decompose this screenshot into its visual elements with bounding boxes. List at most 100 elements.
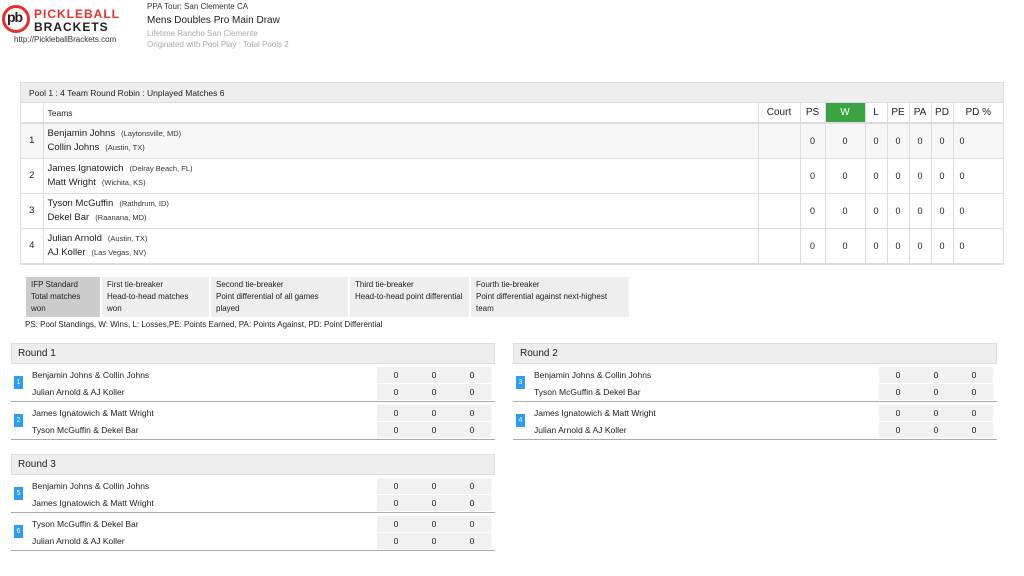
player-name[interactable]: Matt Wright xyxy=(48,177,96,188)
match-team-name: Julian Arnold & AJ Koller xyxy=(32,387,125,397)
match-team-name: Benjamin Johns & Collin Johns xyxy=(32,370,150,380)
table-row: 3 Tyson McGuffin (Rathdrum, ID) Dekel Bar… xyxy=(21,193,1003,229)
ps-cell: 0 xyxy=(799,158,825,194)
col-pd: PD xyxy=(930,103,953,124)
game-score: 0 xyxy=(453,367,491,383)
team-cell: Benjamin Johns (Laytonsville, MD) Collin … xyxy=(42,123,758,159)
match-number-badge[interactable]: 4 xyxy=(516,414,525,427)
player-name[interactable]: Dekel Bar xyxy=(48,212,90,223)
player-location: (Delray Beach, FL) xyxy=(129,163,193,173)
player-name[interactable]: Tyson McGuffin xyxy=(48,198,114,209)
row-number: 1 xyxy=(21,123,43,159)
l-cell: 0 xyxy=(864,193,887,229)
ps-cell: 0 xyxy=(799,123,825,159)
match-team-row: Benjamin Johns & Collin Johns 0 0 0 xyxy=(31,367,491,383)
tour-name: PPA Tour: San Clemente CA xyxy=(147,2,249,11)
game-score: 0 xyxy=(917,367,955,383)
pe-cell: 0 xyxy=(886,158,909,194)
match-number-badge[interactable]: 1 xyxy=(14,376,23,389)
match-team-name: Tyson McGuffin & Dekel Bar xyxy=(32,519,139,529)
site-url[interactable]: http://PickleballBrackets.com xyxy=(14,35,116,44)
pb-logo-icon: pb xyxy=(2,5,30,33)
pa-cell: 0 xyxy=(908,193,931,229)
round-title: Round 3 xyxy=(11,454,495,475)
logo-text-pickleball: PICKLEBALL xyxy=(34,7,120,21)
pd-pct-cell: 0 xyxy=(952,193,1003,229)
standings-legend: PS: Pool Standings, W: Wins, L: Losses,P… xyxy=(25,320,383,329)
match-team-row: Benjamin Johns & Collin Johns 0 0 0 xyxy=(533,367,993,383)
player-name[interactable]: Collin Johns xyxy=(48,142,100,153)
match-card[interactable]: 4 James Ignatowich & Matt Wright 0 0 0 J… xyxy=(513,402,997,440)
table-row: 4 Julian Arnold (Austin, TX) AJ Koller (La… xyxy=(21,228,1003,264)
event-header: PPA Tour: San Clemente CA Mens Doubles P… xyxy=(147,2,289,49)
game-score: 0 xyxy=(377,495,415,511)
col-teams: Teams xyxy=(42,103,758,124)
player-name[interactable]: AJ Koller xyxy=(48,247,86,258)
team-cell: Tyson McGuffin (Rathdrum, ID) Dekel Bar (R… xyxy=(42,193,758,229)
col-pa: PA xyxy=(908,103,931,124)
match-team-name: James Ignatowich & Matt Wright xyxy=(32,498,154,508)
pe-cell: 0 xyxy=(886,123,909,159)
match-number-badge[interactable]: 3 xyxy=(516,376,525,389)
match-team-row: Tyson McGuffin & Dekel Bar 0 0 0 xyxy=(31,516,491,532)
match-team-row: James Ignatowich & Matt Wright 0 0 0 xyxy=(31,405,491,421)
match-card[interactable]: 6 Tyson McGuffin & Dekel Bar 0 0 0 Julia… xyxy=(11,513,495,551)
row-number: 2 xyxy=(21,158,43,194)
match-team-row: James Ignatowich & Matt Wright 0 0 0 xyxy=(31,495,491,511)
w-cell: 0 xyxy=(824,158,865,194)
player-name[interactable]: Julian Arnold xyxy=(48,233,102,244)
team-cell: James Ignatowich (Delray Beach, FL) Matt … xyxy=(42,158,758,194)
match-team-row: Julian Arnold & AJ Koller 0 0 0 xyxy=(31,384,491,400)
game-score: 0 xyxy=(955,405,993,421)
pe-cell: 0 xyxy=(886,193,909,229)
pd-pct-cell: 0 xyxy=(952,228,1003,264)
match-card[interactable]: 1 Benjamin Johns & Collin Johns 0 0 0 Ju… xyxy=(11,364,495,402)
round-title: Round 2 xyxy=(513,343,997,364)
logo-text-brackets: BRACKETS xyxy=(34,20,109,34)
game-score: 0 xyxy=(955,384,993,400)
pool-standings: Pool 1 : 4 Team Round Robin : Unplayed M… xyxy=(20,82,1004,265)
match-number-badge[interactable]: 2 xyxy=(14,414,23,427)
game-score: 0 xyxy=(415,495,453,511)
match-team-row: Benjamin Johns & Collin Johns 0 0 0 xyxy=(31,478,491,494)
match-card[interactable]: 3 Benjamin Johns & Collin Johns 0 0 0 Ty… xyxy=(513,364,997,402)
tiebreaker-fourth: Fourth tie-breaker Point differential ag… xyxy=(471,277,631,317)
game-score: 0 xyxy=(453,422,491,438)
game-score: 0 xyxy=(415,533,453,549)
pa-cell: 0 xyxy=(908,123,931,159)
game-score: 0 xyxy=(453,384,491,400)
player-location: (Rathdrum, ID) xyxy=(119,198,169,208)
game-score: 0 xyxy=(879,405,917,421)
game-score: 0 xyxy=(955,367,993,383)
col-court: Court xyxy=(757,103,800,124)
pd-cell: 0 xyxy=(930,158,953,194)
game-score: 0 xyxy=(415,478,453,494)
origin-note: Originated with Pool Play : Total Pools … xyxy=(147,40,289,49)
site-logo[interactable]: pb PICKLEBALL BRACKETS http://Pickleball… xyxy=(2,5,130,47)
pe-cell: 0 xyxy=(886,228,909,264)
player-name[interactable]: Benjamin Johns xyxy=(48,128,116,139)
game-score: 0 xyxy=(377,478,415,494)
match-team-name: Benjamin Johns & Collin Johns xyxy=(32,481,150,491)
table-row: 1 Benjamin Johns (Laytonsville, MD) Colli… xyxy=(21,123,1003,159)
pd-cell: 0 xyxy=(930,193,953,229)
match-number-badge[interactable]: 5 xyxy=(14,487,23,500)
pa-cell: 0 xyxy=(908,158,931,194)
game-score: 0 xyxy=(453,495,491,511)
player-name[interactable]: James Ignatowich xyxy=(48,163,124,174)
match-team-row: Julian Arnold & AJ Koller 0 0 0 xyxy=(31,533,491,549)
player-location: (Austin, TX) xyxy=(105,142,145,152)
player-location: (Austin, TX) xyxy=(107,233,148,243)
match-card[interactable]: 5 Benjamin Johns & Collin Johns 0 0 0 Ja… xyxy=(11,475,495,513)
tiebreaker-strip: IFP Standard Total matches won First tie… xyxy=(26,277,631,317)
col-w: W xyxy=(824,103,865,124)
table-row: 2 James Ignatowich (Delray Beach, FL) Mat… xyxy=(21,158,1003,194)
round-title: Round 1 xyxy=(11,343,495,364)
standings-table: Teams Court PS W L PE PA PD PD % 1 Benja… xyxy=(21,103,1003,264)
court-cell xyxy=(757,123,800,159)
match-card[interactable]: 2 James Ignatowich & Matt Wright 0 0 0 T… xyxy=(11,402,495,440)
event-name: Mens Doubles Pro Main Draw xyxy=(147,15,280,26)
round-2: Round 2 3 Benjamin Johns & Collin Johns … xyxy=(513,343,997,440)
match-number-badge[interactable]: 6 xyxy=(14,525,23,538)
player-location: (Raanana, MD) xyxy=(95,212,147,222)
